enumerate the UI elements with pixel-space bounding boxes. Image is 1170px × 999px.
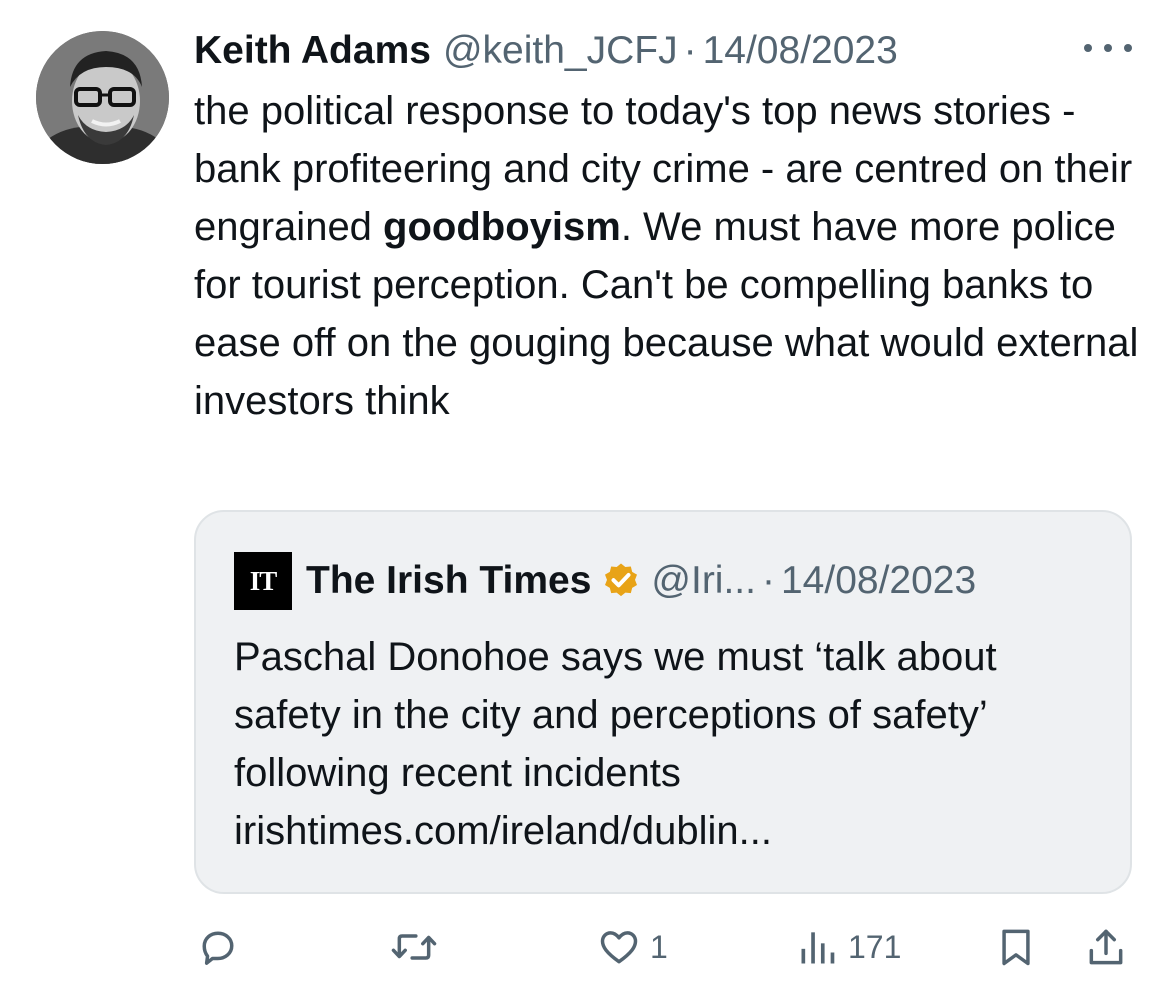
avatar[interactable]	[36, 31, 169, 164]
views-count: 171	[848, 928, 902, 965]
action-bar: 1 171	[0, 915, 1170, 979]
reply-icon	[202, 931, 234, 965]
reply-button[interactable]	[196, 915, 248, 979]
tweet-header: Keith Adams @keith_JCFJ · 14/08/2023	[194, 26, 898, 76]
like-button[interactable]: 1	[596, 915, 668, 979]
retweet-button[interactable]	[388, 915, 448, 979]
quoted-tweet-card[interactable]: IT The Irish Times @Iri... · 14/08/2023 …	[194, 510, 1132, 894]
heart-icon	[600, 931, 638, 964]
quoted-author-handle: @Iri...	[651, 559, 756, 602]
irish-times-logo: IT	[234, 552, 292, 610]
share-icon	[1089, 929, 1123, 965]
quoted-tweet-text: Paschal Donohoe says we must ‘talk about…	[234, 635, 997, 853]
views-button[interactable]: 171	[796, 915, 901, 979]
retweet-icon	[391, 934, 437, 960]
views-icon	[801, 932, 835, 964]
tweet-text-bold: goodboyism	[383, 205, 621, 249]
quoted-author-name: The Irish Times	[306, 559, 592, 602]
like-count: 1	[650, 928, 668, 965]
quoted-tweet-date: 14/08/2023	[780, 559, 977, 602]
more-horizontal-icon	[1084, 44, 1092, 52]
verified-badge-icon	[601, 561, 641, 601]
bookmark-icon	[1002, 929, 1030, 966]
author-name[interactable]: Keith Adams	[194, 29, 431, 73]
tweet-date[interactable]: 14/08/2023	[703, 29, 898, 73]
bookmark-button[interactable]	[994, 915, 1038, 979]
separator-dot: ·	[683, 29, 697, 72]
share-button[interactable]	[1084, 915, 1128, 979]
quoted-separator-dot: ·	[761, 559, 775, 602]
tweet-text: the political response to today's top ne…	[194, 82, 1144, 430]
avatar-image	[36, 31, 169, 164]
author-handle[interactable]: @keith_JCFJ	[443, 29, 678, 73]
tweet[interactable]: Keith Adams @keith_JCFJ · 14/08/2023 the…	[0, 0, 1170, 999]
more-options-button[interactable]	[1084, 38, 1132, 58]
quoted-tweet-header: IT The Irish Times @Iri... · 14/08/2023	[234, 552, 976, 610]
